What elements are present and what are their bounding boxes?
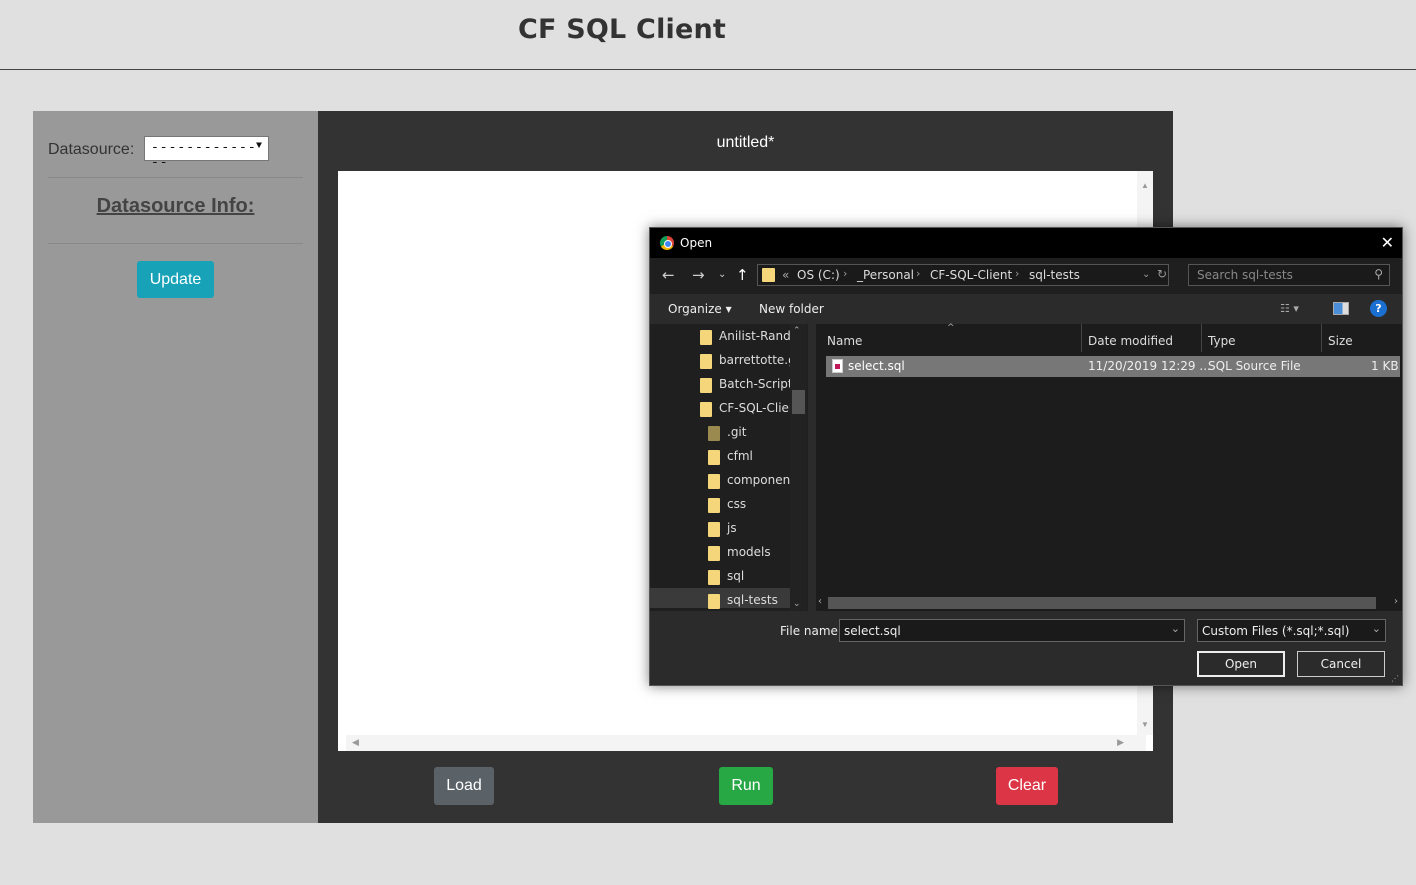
breadcrumb-item[interactable]: OS (C:): [797, 268, 840, 282]
cancel-button[interactable]: Cancel: [1297, 651, 1385, 677]
search-input[interactable]: Search sql-tests ⚲: [1188, 264, 1390, 286]
dialog-nav-row: ← → ⌄ ↑ « OS (C:) › _Personal › CF-SQL-C…: [650, 258, 1402, 294]
sql-file-icon: [832, 359, 843, 373]
breadcrumb-separator-icon: ›: [1015, 267, 1020, 280]
scroll-thumb[interactable]: [828, 597, 1376, 609]
breadcrumb-overflow[interactable]: «: [782, 268, 789, 282]
search-placeholder: Search sql-tests: [1197, 268, 1293, 282]
dialog-titlebar: Open ✕: [650, 228, 1402, 258]
column-separator[interactable]: [1201, 324, 1202, 352]
scroll-left-icon[interactable]: ‹: [818, 596, 822, 607]
help-icon[interactable]: ?: [1370, 300, 1387, 317]
chevron-down-icon[interactable]: ⌄: [1372, 622, 1381, 635]
dialog-title: Open: [680, 236, 713, 250]
file-type-filter[interactable]: Custom Files (*.sql;*.sql) ⌄: [1197, 619, 1386, 642]
folder-tree: Anilist-RandE barrettotte.gi Batch-Scrip…: [650, 324, 808, 611]
new-folder-button[interactable]: New folder: [759, 302, 824, 316]
open-file-dialog: Open ✕ ← → ⌄ ↑ « OS (C:) › _Personal › C…: [649, 227, 1403, 686]
folder-icon: [708, 474, 720, 489]
file-row[interactable]: select.sql 11/20/2019 12:29 ... SQL Sour…: [826, 356, 1400, 377]
folder-icon: [708, 450, 720, 465]
datasource-label: Datasource:: [48, 141, 135, 158]
recent-dropdown-icon[interactable]: ⌄: [718, 269, 726, 280]
load-button[interactable]: Load: [434, 767, 494, 805]
datasource-info-heading: Datasource Info:: [96, 195, 255, 217]
chrome-icon: [660, 236, 674, 250]
scroll-thumb[interactable]: [792, 390, 805, 414]
folder-icon: [700, 330, 712, 345]
editor-file-name: untitled*: [716, 134, 775, 151]
column-header-type[interactable]: Type: [1208, 334, 1236, 348]
dialog-toolbar: Organize ▾ New folder ☷ ▾ ?: [650, 294, 1402, 324]
folder-icon: [762, 268, 775, 282]
folder-icon: [700, 402, 712, 417]
editor-horizontal-scrollbar[interactable]: ◀ ▶: [346, 735, 1146, 751]
scroll-right-icon[interactable]: ▶: [1117, 737, 1124, 748]
column-header-name[interactable]: Name: [827, 334, 862, 348]
datasource-select-value: --------------: [151, 140, 257, 170]
folder-icon: [700, 378, 712, 393]
file-size-cell: 1 KB: [1371, 359, 1399, 373]
file-name-label: File name:: [780, 624, 842, 638]
sort-caret-icon: ^: [947, 323, 955, 333]
breadcrumb-item[interactable]: CF-SQL-Client: [930, 268, 1012, 282]
dialog-footer: File name: select.sql ⌄ Custom Files (*.…: [650, 611, 1402, 685]
column-separator[interactable]: [1321, 324, 1322, 352]
sidebar: Datasource: -------------- ▼ Datasource …: [33, 111, 318, 823]
view-options-icon[interactable]: ☷ ▾: [1280, 302, 1299, 315]
file-date-cell: 11/20/2019 12:29 ...: [1088, 359, 1211, 373]
address-dropdown-icon[interactable]: ⌄: [1142, 269, 1150, 280]
back-arrow-icon[interactable]: ←: [662, 266, 675, 284]
file-list-scrollbar[interactable]: ‹ ›: [816, 595, 1402, 611]
refresh-icon[interactable]: ↻: [1157, 267, 1167, 281]
scroll-down-icon[interactable]: ▼: [1141, 720, 1149, 729]
folder-icon: [708, 498, 720, 513]
file-name-cell: select.sql: [848, 359, 905, 373]
file-type-cell: SQL Source File: [1208, 359, 1301, 373]
breadcrumb-separator-icon: ›: [843, 267, 848, 280]
folder-icon: [708, 522, 720, 537]
app-title: CF SQL Client: [518, 14, 727, 45]
chevron-down-icon[interactable]: ⌄: [1171, 622, 1180, 635]
search-icon: ⚲: [1374, 267, 1383, 281]
file-type-filter-value: Custom Files (*.sql;*.sql): [1202, 624, 1350, 638]
forward-arrow-icon[interactable]: →: [692, 266, 705, 284]
app-header: CF SQL Client: [0, 0, 1416, 70]
run-button[interactable]: Run: [719, 767, 773, 805]
scroll-down-icon[interactable]: ⌄: [793, 599, 801, 609]
folder-icon: [700, 354, 712, 369]
open-button[interactable]: Open: [1197, 651, 1285, 677]
scroll-right-icon[interactable]: ›: [1394, 596, 1398, 607]
folder-icon: [708, 570, 720, 585]
resize-grip-icon[interactable]: ⋰: [1391, 674, 1399, 683]
file-list: ^ Name Date modified Type Size select.sq…: [816, 323, 1402, 611]
organize-menu[interactable]: Organize ▾: [668, 302, 732, 316]
folder-icon: [708, 546, 720, 561]
divider: [48, 177, 303, 178]
scroll-up-icon[interactable]: ▲: [1141, 181, 1149, 190]
file-name-value: select.sql: [844, 624, 901, 638]
dropdown-arrow-icon: ▼: [255, 141, 263, 152]
column-separator[interactable]: [1081, 324, 1082, 352]
breadcrumb-item[interactable]: _Personal: [857, 268, 914, 282]
update-button[interactable]: Update: [137, 261, 214, 298]
clear-button[interactable]: Clear: [996, 767, 1058, 805]
up-arrow-icon[interactable]: ↑: [736, 266, 749, 284]
divider: [48, 243, 303, 244]
scroll-left-icon[interactable]: ◀: [352, 737, 359, 748]
folder-icon: [708, 594, 720, 609]
column-header-date[interactable]: Date modified: [1088, 334, 1173, 348]
folder-icon: [708, 426, 720, 441]
breadcrumb-separator-icon: ›: [916, 267, 921, 280]
scroll-up-icon[interactable]: ⌃: [793, 326, 801, 336]
tree-scrollbar[interactable]: ⌃ ⌄: [790, 324, 807, 611]
preview-pane-icon[interactable]: [1333, 302, 1349, 315]
datasource-select[interactable]: -------------- ▼: [144, 136, 269, 170]
file-name-input[interactable]: select.sql ⌄: [839, 619, 1185, 642]
address-bar[interactable]: « OS (C:) › _Personal › CF-SQL-Client › …: [757, 264, 1169, 286]
close-icon[interactable]: ✕: [1381, 233, 1394, 252]
column-header-size[interactable]: Size: [1328, 334, 1353, 348]
breadcrumb-item[interactable]: sql-tests: [1029, 268, 1080, 282]
